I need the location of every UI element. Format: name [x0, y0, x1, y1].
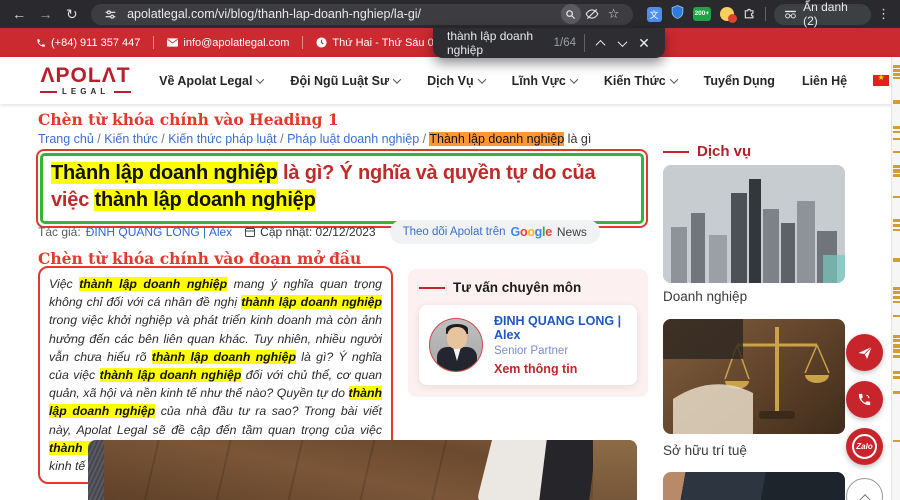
article-meta: Tác giả: ĐINH QUANG LONG | Alex Cập nhật…: [38, 220, 600, 244]
logo-subtitle: LEGAL: [62, 87, 110, 96]
author-label: Tác giả:: [38, 225, 81, 239]
page: ← → ↻ apolatlegal.com/vi/blog/thanh-lap-…: [0, 0, 900, 500]
browser-back-button[interactable]: ←: [8, 3, 30, 25]
consult-title: Tư vấn chuyên môn: [453, 280, 582, 295]
gnews-news-text: News: [556, 225, 587, 239]
phone-icon: [858, 393, 871, 406]
chevron-down-icon: [669, 74, 678, 84]
find-next-button[interactable]: [611, 32, 633, 54]
sidebar-card-partial[interactable]: [663, 472, 845, 500]
find-close-button[interactable]: ✕: [633, 32, 655, 54]
translate-extension-icon[interactable]: 文: [646, 6, 662, 22]
site-logo[interactable]: ΛPOLΛT LEGAL: [40, 64, 132, 96]
incognito-label: Ẩn danh (2): [803, 0, 848, 28]
topbar-email-text: info@apolatlegal.com: [183, 36, 290, 49]
page-title: Thành lập doanh nghiệp là gì? Ý nghĩa và…: [51, 162, 596, 211]
author-link[interactable]: ĐINH QUANG LONG | Alex: [86, 225, 232, 239]
send-message-fab[interactable]: [846, 334, 883, 371]
topbar-divider: [153, 36, 155, 49]
browser-menu-icon[interactable]: ⋮: [875, 6, 892, 22]
avatar[interactable]: [429, 318, 483, 372]
consult-panel: Tư vấn chuyên môn ĐINH QUANG LONG | Alex…: [408, 269, 648, 397]
find-in-page-bar: thành lập doanh nghiệp 1/64 ✕: [433, 28, 665, 58]
phone-icon: [37, 38, 45, 47]
email-icon: [167, 38, 179, 47]
google-news-follow-button[interactable]: Theo dõi Apolat trên Google News: [389, 220, 600, 244]
seo-annotation-heading1: Chèn từ khóa chính vào Heading 1: [38, 110, 339, 129]
nav-item-lien-he[interactable]: Liên Hệ: [802, 74, 847, 88]
site-header: ΛPOLΛT LEGAL Về Apolat Legal Đội Ngũ Luậ…: [0, 57, 900, 104]
incognito-profile-chip[interactable]: Ẩn danh (2): [774, 0, 872, 28]
find-query-input[interactable]: thành lập doanh nghiệp: [447, 29, 554, 57]
calendar-icon: [245, 227, 256, 237]
topbar-phone-link[interactable]: (+84) 911 357 447: [36, 37, 140, 49]
topbar-divider: [302, 36, 304, 49]
logo-wordmark: ΛPOLΛT: [40, 64, 131, 87]
chevron-up-icon: [858, 493, 871, 500]
nav-item-kien-thuc[interactable]: Kiến Thức: [604, 74, 678, 88]
gnews-follow-text: Theo dõi Apolat trên: [402, 226, 506, 238]
browser-forward-button[interactable]: →: [34, 3, 56, 25]
nav-item-ve-apolat-legal[interactable]: Về Apolat Legal: [159, 74, 265, 88]
nav-item-doi-ngu-luat-su[interactable]: Đội Ngũ Luật Sư: [290, 74, 402, 88]
call-fab[interactable]: [846, 381, 883, 418]
topbar-phone-text: (+84) 911 357 447: [51, 36, 141, 49]
main-nav: Về Apolat Legal Đội Ngũ Luật Sư Dịch Vụ …: [159, 74, 847, 88]
extensions-row: 文 200+: [646, 4, 758, 24]
browser-toolbar: ← → ↻ apolatlegal.com/vi/blog/thanh-lap-…: [0, 0, 900, 28]
city-skyline-image: [663, 165, 845, 283]
coupon-extension-icon[interactable]: 200+: [692, 6, 712, 22]
paper-plane-icon: [857, 346, 872, 359]
scales-of-justice-image: [663, 319, 830, 434]
chevron-down-icon: [256, 74, 265, 84]
chevron-down-icon: [392, 74, 402, 84]
sidebar-card-doanh-nghiep[interactable]: [663, 165, 845, 283]
consult-name-link[interactable]: ĐINH QUANG LONG | Alex: [494, 314, 627, 342]
url-text[interactable]: apolatlegal.com/vi/blog/thanh-lap-doanh-…: [127, 7, 560, 21]
notification-extension-icon[interactable]: [720, 7, 738, 23]
bookmark-star-icon[interactable]: ☆: [603, 5, 625, 23]
article-image: [88, 440, 637, 500]
consult-role: Senior Partner: [494, 345, 569, 357]
article-title-box: Thành lập doanh nghiệp là gì? Ý nghĩa và…: [36, 149, 648, 228]
breadcrumb[interactable]: Trang chủ / Kiến thức / Kiến thức pháp l…: [38, 132, 638, 146]
clock-icon: [316, 37, 327, 48]
updated-date: Cập nhật: 02/12/2023: [260, 225, 376, 239]
toolbar-separator: [765, 7, 767, 21]
consult-view-info-link[interactable]: Xem thông tin: [494, 362, 627, 376]
shield-extension-icon[interactable]: [671, 4, 684, 24]
address-bar[interactable]: apolatlegal.com/vi/blog/thanh-lap-doanh-…: [91, 3, 633, 25]
zalo-icon: Zalo: [852, 434, 877, 459]
section-dash: [419, 286, 445, 289]
nav-item-dich-vu[interactable]: Dịch Vụ: [427, 74, 486, 88]
sidebar-label-so-huu-tri-tue[interactable]: Sở hữu trí tuệ: [663, 443, 747, 458]
find-in-page-icon[interactable]: [560, 4, 581, 24]
nav-item-linh-vuc[interactable]: Lĩnh Vực: [512, 74, 579, 88]
sidebar-label-doanh-nghiep[interactable]: Doanh nghiệp: [663, 289, 747, 304]
nav-item-tuyen-dung[interactable]: Tuyển Dụng: [704, 74, 775, 88]
find-previous-button[interactable]: [589, 32, 611, 54]
topbar-email-link[interactable]: info@apolatlegal.com: [167, 37, 289, 49]
chevron-down-icon: [569, 74, 579, 84]
zalo-fab[interactable]: Zalo: [846, 428, 883, 465]
extensions-puzzle-icon[interactable]: [743, 5, 757, 24]
sidebar-card-so-huu-tri-tue[interactable]: [663, 319, 845, 434]
find-separator: [584, 34, 585, 52]
site-info-tune-icon[interactable]: [99, 5, 121, 23]
consult-card: ĐINH QUANG LONG | Alex Senior Partner Xe…: [419, 305, 637, 385]
find-match-count: 1/64: [553, 37, 576, 49]
vietnam-flag-icon[interactable]: [873, 73, 890, 86]
google-logo: Google: [510, 225, 553, 239]
chevron-down-icon: [477, 74, 486, 84]
scrollbar[interactable]: [891, 57, 900, 500]
incognito-icon: [785, 10, 797, 18]
sidebar-services-title: Dịch vụ: [663, 143, 751, 160]
browser-reload-button[interactable]: ↻: [61, 3, 83, 25]
scroll-to-top-button[interactable]: [846, 478, 883, 500]
eye-hidden-icon[interactable]: [581, 5, 603, 23]
section-dash: [663, 150, 689, 153]
